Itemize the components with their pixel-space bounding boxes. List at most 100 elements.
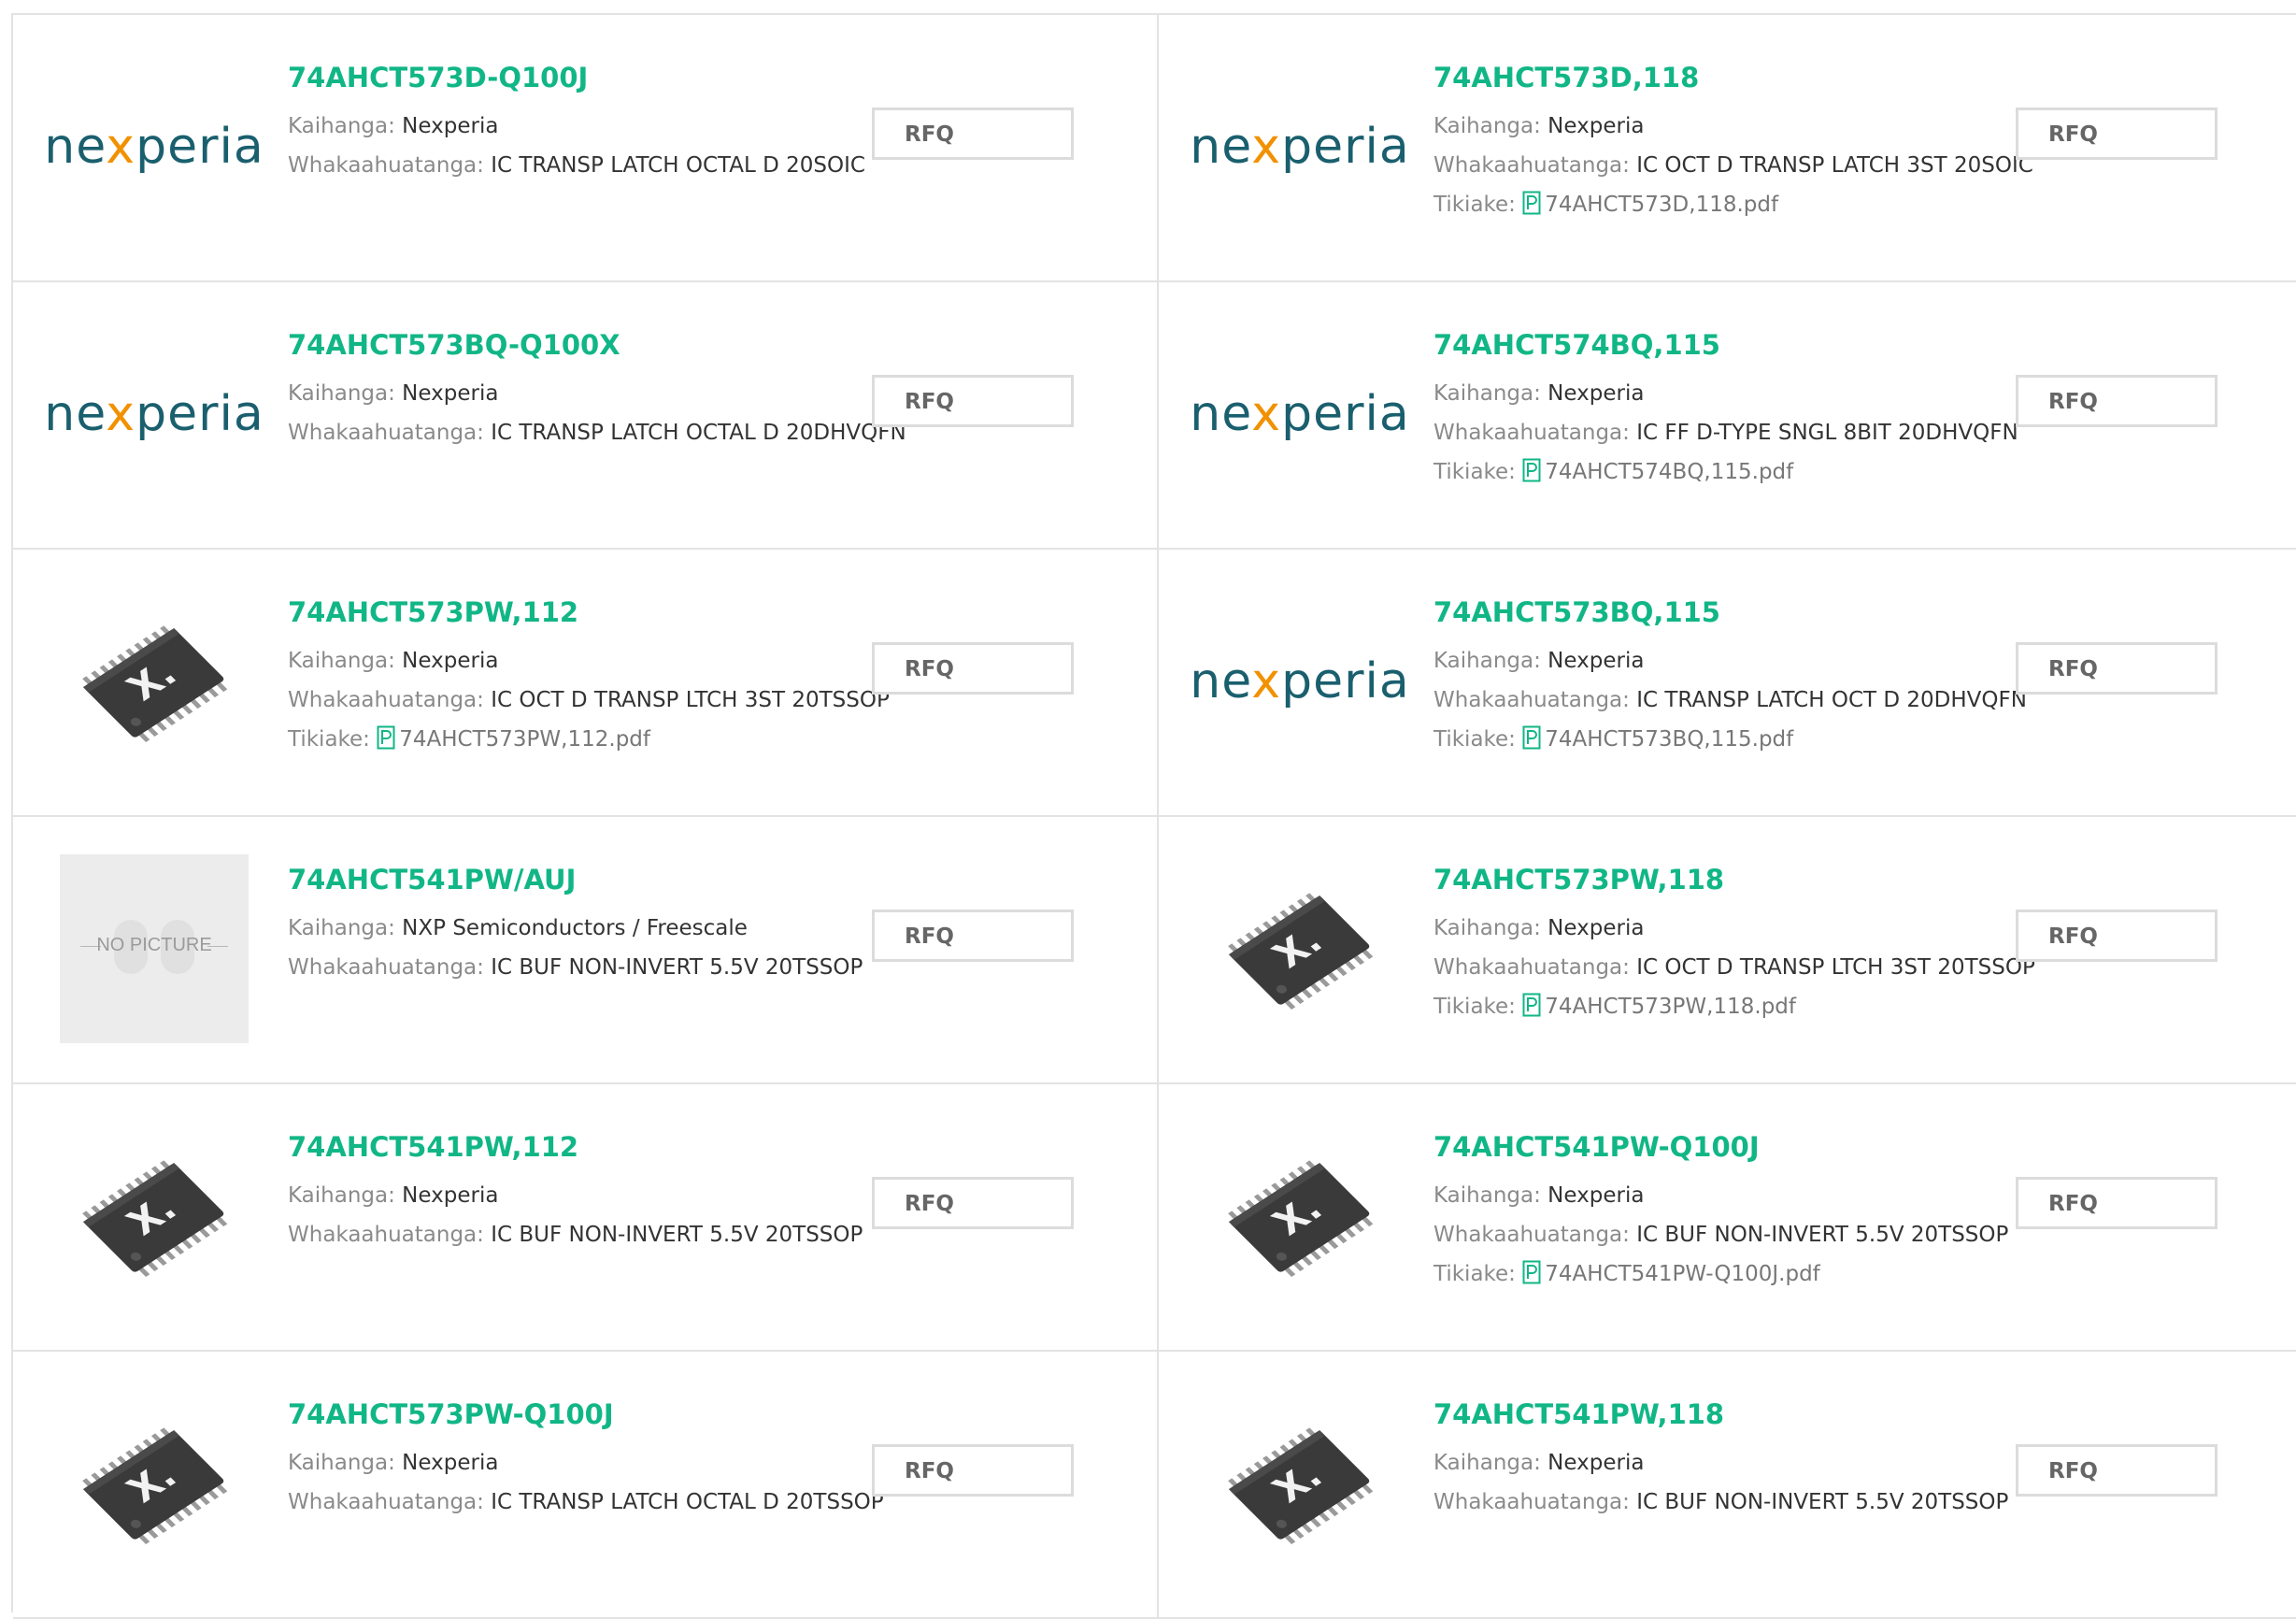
product-image[interactable]: nexperia <box>1190 320 1409 509</box>
datasheet-link[interactable]: 74AHCT573BQ,115.pdf <box>1522 725 1793 752</box>
chip-image: X. <box>82 625 228 743</box>
product-card: X. 74AHCT573PW,118 Kaihanga: Nexperia Wh… <box>1159 817 2296 1084</box>
rfq-button[interactable]: RFQ <box>872 1444 1074 1497</box>
part-number-link[interactable]: 74AHCT573D-Q100J <box>288 62 1129 93</box>
attachment-label: Tikiake: <box>1433 460 1516 484</box>
description-value: IC OCT D TRANSP LTCH 3ST 20TSSOP <box>491 688 890 712</box>
nexperia-logo: nexperia <box>44 386 264 442</box>
product-image[interactable]: X. <box>1205 1389 1394 1578</box>
attachment-label: Tikiake: <box>1433 193 1516 217</box>
product-image[interactable]: X. <box>1205 1122 1394 1311</box>
datasheet-filename: 74AHCT574BQ,115.pdf <box>1545 460 1794 484</box>
datasheet-link[interactable]: 74AHCT573PW,118.pdf <box>1522 993 1796 1019</box>
product-card: X. 74AHCT573PW-Q100J Kaihanga: Nexperia … <box>13 1352 1159 1619</box>
description-label: Whakaahuatanga: <box>1433 688 1630 712</box>
product-card: nexperia 74AHCT573BQ-Q100X Kaihanga: Nex… <box>13 282 1159 550</box>
description-label: Whakaahuatanga: <box>1433 153 1630 178</box>
manufacturer-value: Nexperia <box>402 381 499 406</box>
rfq-button[interactable]: RFQ <box>2016 1177 2218 1229</box>
rfq-button[interactable]: RFQ <box>872 910 1074 962</box>
datasheet-filename: 74AHCT573D,118.pdf <box>1545 193 1779 217</box>
description-value: IC BUF NON-INVERT 5.5V 20TSSOP <box>491 955 863 980</box>
pdf-icon <box>1522 456 1541 495</box>
datasheet-link[interactable]: 74AHCT573PW,112.pdf <box>377 725 650 752</box>
rfq-button[interactable]: RFQ <box>872 375 1074 427</box>
part-number-link[interactable]: 74AHCT574BQ,115 <box>1433 329 2270 361</box>
part-number-link[interactable]: 74AHCT541PW,112 <box>288 1131 1129 1163</box>
datasheet-link[interactable]: 74AHCT574BQ,115.pdf <box>1522 458 1794 484</box>
nexperia-logo: nexperia <box>1190 653 1410 709</box>
attachment-label: Tikiake: <box>1433 995 1516 1019</box>
part-number-link[interactable]: 74AHCT573PW,112 <box>288 596 1129 628</box>
manufacturer-label: Kaihanga: <box>1433 916 1541 940</box>
part-number-link[interactable]: 74AHCT573BQ-Q100X <box>288 329 1129 361</box>
chip-image: X. <box>1228 1160 1374 1278</box>
product-image[interactable]: nexperia <box>44 52 264 241</box>
part-number-link[interactable]: 74AHCT541PW-Q100J <box>1433 1131 2270 1163</box>
description-value: IC TRANSP LATCH OCTAL D 20SOIC <box>491 153 865 178</box>
attachment-row: Tikiake: 74AHCT574BQ,115.pdf <box>1433 452 2270 495</box>
part-number-link[interactable]: 74AHCT573BQ,115 <box>1433 596 2270 628</box>
product-card: nexperia 74AHCT573BQ,115 Kaihanga: Nexpe… <box>1159 550 2296 817</box>
rfq-button[interactable]: RFQ <box>2016 910 2218 962</box>
manufacturer-label: Kaihanga: <box>288 649 395 673</box>
manufacturer-label: Kaihanga: <box>288 381 395 406</box>
attachment-label: Tikiake: <box>288 727 370 752</box>
product-card: X. 74AHCT573PW,112 Kaihanga: Nexperia Wh… <box>13 550 1159 817</box>
nexperia-logo: nexperia <box>1190 386 1410 442</box>
part-number-link[interactable]: 74AHCT573PW-Q100J <box>288 1398 1129 1430</box>
description-label: Whakaahuatanga: <box>1433 955 1630 980</box>
description-value: IC FF D-TYPE SNGL 8BIT 20DHVQFN <box>1636 421 2018 445</box>
manufacturer-label: Kaihanga: <box>1433 114 1541 138</box>
attachment-row: Tikiake: 74AHCT573D,118.pdf <box>1433 185 2270 228</box>
manufacturer-label: Kaihanga: <box>1433 1183 1541 1208</box>
product-card: nexperia 74AHCT574BQ,115 Kaihanga: Nexpe… <box>1159 282 2296 550</box>
part-number-link[interactable]: 74AHCT541PW,118 <box>1433 1398 2270 1430</box>
nexperia-logo: nexperia <box>44 119 264 175</box>
manufacturer-label: Kaihanga: <box>288 1451 395 1475</box>
product-image[interactable]: NO PICTURE <box>60 854 249 1043</box>
product-image[interactable]: X. <box>60 1389 249 1578</box>
description-label: Whakaahuatanga: <box>1433 421 1630 445</box>
description-value: IC OCT D TRANSP LTCH 3ST 20TSSOP <box>1636 955 2035 980</box>
rfq-button[interactable]: RFQ <box>872 107 1074 160</box>
description-label: Whakaahuatanga: <box>288 688 484 712</box>
rfq-button[interactable]: RFQ <box>872 1177 1074 1229</box>
part-number-link[interactable]: 74AHCT541PW/AUJ <box>288 864 1129 895</box>
manufacturer-value: Nexperia <box>1547 916 1645 940</box>
rfq-button[interactable]: RFQ <box>2016 107 2218 160</box>
rfq-button[interactable]: RFQ <box>2016 1444 2218 1497</box>
manufacturer-label: Kaihanga: <box>288 114 395 138</box>
description-value: IC TRANSP LATCH OCTAL D 20DHVQFN <box>491 421 906 445</box>
manufacturer-value: Nexperia <box>402 649 499 673</box>
manufacturer-value: Nexperia <box>1547 381 1645 406</box>
product-image[interactable]: X. <box>60 1122 249 1311</box>
description-value: IC TRANSP LATCH OCT D 20DHVQFN <box>1636 688 2027 712</box>
attachment-row: Tikiake: 74AHCT573PW,118.pdf <box>1433 987 2270 1030</box>
product-image[interactable]: X. <box>60 587 249 776</box>
no-picture-placeholder: NO PICTURE <box>60 854 249 1043</box>
description-value: IC OCT D TRANSP LATCH 3ST 20SOIC <box>1636 153 2033 178</box>
product-image[interactable]: nexperia <box>44 320 264 509</box>
product-image[interactable]: X. <box>1205 854 1394 1043</box>
manufacturer-value: Nexperia <box>1547 1183 1645 1208</box>
manufacturer-value: Nexperia <box>1547 114 1645 138</box>
product-grid: nexperia 74AHCT573D-Q100J Kaihanga: Nexp… <box>11 13 2296 1619</box>
part-number-link[interactable]: 74AHCT573D,118 <box>1433 62 2270 93</box>
manufacturer-label: Kaihanga: <box>288 916 395 940</box>
product-image[interactable]: nexperia <box>1190 52 1409 241</box>
datasheet-link[interactable]: 74AHCT541PW-Q100J.pdf <box>1522 1260 1820 1286</box>
datasheet-filename: 74AHCT573PW,112.pdf <box>399 727 650 752</box>
rfq-button[interactable]: RFQ <box>872 642 1074 695</box>
datasheet-link[interactable]: 74AHCT573D,118.pdf <box>1522 191 1779 217</box>
description-label: Whakaahuatanga: <box>288 1490 484 1514</box>
rfq-button[interactable]: RFQ <box>2016 375 2218 427</box>
product-image[interactable]: nexperia <box>1190 587 1409 776</box>
datasheet-filename: 74AHCT573PW,118.pdf <box>1545 995 1796 1019</box>
part-number-link[interactable]: 74AHCT573PW,118 <box>1433 864 2270 895</box>
manufacturer-label: Kaihanga: <box>1433 1451 1541 1475</box>
pdf-icon <box>1522 991 1541 1030</box>
description-value: IC BUF NON-INVERT 5.5V 20TSSOP <box>1636 1490 2009 1514</box>
attachment-row: Tikiake: 74AHCT573PW,112.pdf <box>288 720 1129 763</box>
rfq-button[interactable]: RFQ <box>2016 642 2218 695</box>
